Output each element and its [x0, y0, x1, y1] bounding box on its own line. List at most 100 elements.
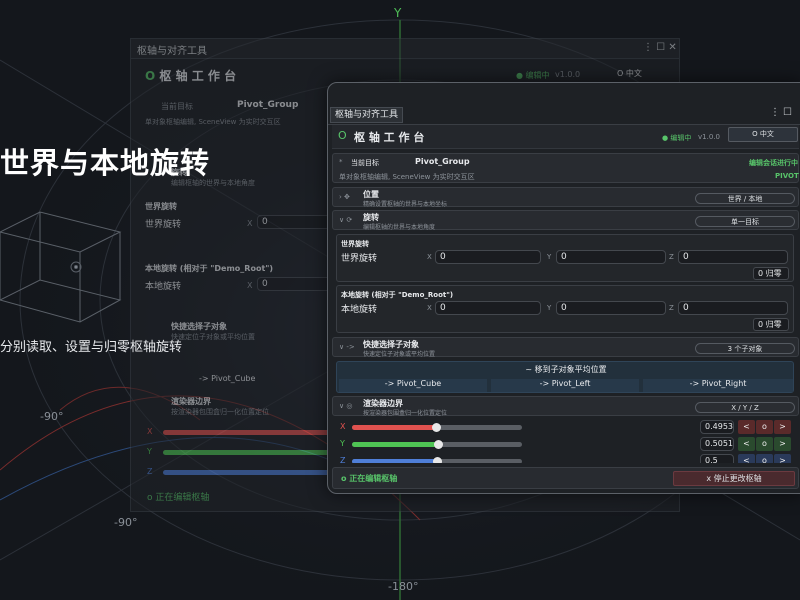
slider-handle[interactable] — [432, 423, 442, 432]
window-title: 枢 轴 工 作 台 — [354, 131, 425, 144]
slider-fill — [352, 425, 437, 430]
maximize-icon[interactable]: ☐ — [783, 107, 792, 118]
child-count-button[interactable]: 3 个子对象 — [695, 343, 795, 354]
rotation-section[interactable]: ∨ ⟳ 旋转 编辑枢轴的世界与本地角度 单一目标 — [332, 210, 799, 231]
slider-track[interactable] — [352, 423, 522, 432]
window-tab[interactable]: 枢轴与对齐工具 — [330, 107, 404, 123]
slider-step-button[interactable]: < — [738, 454, 755, 463]
angle-label-neg180: -180° — [388, 580, 419, 593]
back-target-value: Pivot_Group — [237, 100, 299, 110]
back-quick-title: 快捷选择子对象 — [171, 322, 227, 331]
world-rotation-label: 世界旋转 — [341, 254, 378, 264]
back-quick-btn: -> Pivot_Cube — [199, 374, 256, 383]
target-panel: * 当前目标 Pivot_Group 编辑会话进行中 单对象枢轴编辑, Scen… — [332, 153, 799, 183]
back-editing: o 正在编辑枢轴 — [147, 493, 210, 503]
back-target-label: 当前目标 — [161, 102, 193, 111]
single-target-button[interactable]: 单一目标 — [695, 216, 795, 227]
child-button-right[interactable]: -> Pivot_Right — [643, 379, 793, 392]
world-rot-y-field[interactable]: 0 — [556, 250, 666, 264]
local-rot-x-field[interactable]: 0 — [435, 301, 541, 315]
angle-label-neg90: -90° — [40, 410, 64, 423]
quick-select-section[interactable]: ∨ -> 快捷选择子对象 快速定位子对象或平均位置 3 个子对象 — [332, 337, 799, 358]
bounds-section[interactable]: ∨ ◎ 渲染器边界 按渲染器包围盒归一化位置定位 X / Y / Z — [332, 396, 799, 417]
slider-axis-label: Y — [340, 439, 345, 448]
slider-track[interactable] — [352, 440, 522, 449]
position-section[interactable]: › ✥ 位置 精确设置枢轴的世界与本地坐标 世界 / 本地 — [332, 187, 799, 208]
local-rot-y-field[interactable]: 0 — [556, 301, 666, 315]
version-label: v1.0.0 — [698, 133, 720, 141]
slider-row-z: Z 0.5 < o > — [336, 453, 794, 463]
world-local-toggle[interactable]: 世界 / 本地 — [695, 193, 795, 204]
child-button-left[interactable]: -> Pivot_Left — [491, 379, 639, 392]
slider-track[interactable] — [352, 457, 522, 463]
slider-step-button[interactable]: > — [774, 437, 791, 451]
position-expand-icon: › ✥ — [339, 193, 350, 201]
language-button[interactable]: O 中文 — [728, 127, 798, 142]
slider-row-y: Y 0.5051 < o > — [336, 436, 794, 452]
back-world-title: 世界旋转 — [145, 202, 177, 211]
slider-step-button[interactable]: > — [774, 420, 791, 434]
y-axis-label: Y — [394, 6, 402, 20]
slider-step-button[interactable]: < — [738, 437, 755, 451]
world-rotation-panel: 世界旋转 世界旋转 X 0 Y 0 Z 0 0 归零 — [336, 234, 794, 282]
position-desc: 精确设置枢轴的世界与本地坐标 — [363, 201, 448, 208]
back-window-title: O 枢 轴 工 作 台 — [145, 69, 237, 83]
slider-row-x: X 0.4953 < o > — [336, 419, 794, 435]
slider-axis-label: Z — [340, 456, 346, 463]
hero-subtitle: 分别读取、设置与归零枢轴旋转 — [0, 340, 183, 355]
back-bounds-title: 渲染器边界 — [171, 397, 211, 406]
back-version: v1.0.0 — [555, 70, 581, 79]
back-lang: O 中文 — [617, 69, 642, 78]
slider-handle[interactable] — [433, 440, 443, 449]
target-value: Pivot_Group — [415, 157, 470, 166]
back-local-title: 本地旋转 (相对于 "Demo_Root") — [145, 264, 274, 273]
local-rotation-title: 本地旋转 (相对于 "Demo_Root") — [341, 291, 454, 299]
more-menu-icon[interactable]: ⋮ — [770, 107, 780, 118]
local-rotation-panel: 本地旋转 (相对于 "Demo_Root") 本地旋转 X 0 Y 0 Z 0 … — [336, 285, 794, 333]
local-rotation-label: 本地旋转 — [341, 305, 378, 315]
quick-expand-icon: ∨ -> — [339, 343, 355, 351]
slider-step-button[interactable]: o — [756, 437, 773, 451]
world-reset-button[interactable]: 0 归零 — [753, 267, 789, 280]
children-panel: ~ 移到子对象平均位置 -> Pivot_Cube -> Pivot_Left … — [336, 361, 794, 393]
slider-value-field[interactable]: 0.5 — [700, 454, 734, 463]
local-reset-button[interactable]: 0 归零 — [753, 318, 789, 331]
app-icon: O — [338, 129, 347, 142]
slider-value-field[interactable]: 0.5051 — [700, 437, 734, 451]
bounds-sliders: X 0.4953 < o > Y 0.5051 < o > Z 0.5 < o > — [336, 419, 794, 463]
move-to-average-button[interactable]: ~ 移到子对象平均位置 — [337, 364, 795, 375]
back-quick-desc: 快速定位子对象或平均位置 — [171, 333, 255, 341]
world-rot-z-field[interactable]: 0 — [678, 250, 788, 264]
back-local-label: 本地旋转 — [145, 282, 182, 292]
world-rot-x-field[interactable]: 0 — [435, 250, 541, 264]
axis-mode-button[interactable]: X / Y / Z — [695, 402, 795, 413]
rotation-desc: 编辑枢轴的世界与本地角度 — [363, 224, 436, 231]
editing-indicator: o 正在编辑枢轴 — [341, 474, 398, 483]
stop-editing-button[interactable]: x 停止更改枢轴 — [673, 471, 795, 486]
hero-title: 世界与本地旋转 — [0, 146, 211, 180]
slider-handle[interactable] — [433, 457, 442, 463]
pivot-tool-window: 枢轴与对齐工具 ⋮ ☐ O 枢 轴 工 作 台 ● 编辑中 v1.0.0 O 中… — [327, 82, 800, 494]
session-status: 编辑会话进行中 — [749, 159, 798, 167]
slider-step-button[interactable]: o — [756, 454, 773, 463]
window-header: O 枢 轴 工 作 台 ● 编辑中 v1.0.0 O 中文 — [332, 125, 799, 149]
child-button-cube[interactable]: -> Pivot_Cube — [339, 379, 487, 392]
back-world-label: 世界旋转 — [145, 220, 182, 230]
rotation-expand-icon: ∨ ⟳ — [339, 216, 353, 224]
slider-fill — [352, 442, 438, 447]
status-badge: ● 编辑中 — [662, 134, 692, 142]
world-rotation-title: 世界旋转 — [341, 240, 369, 248]
target-hint: 单对象枢轴编辑, SceneView 为实时交互区 — [339, 173, 475, 181]
local-rot-z-field[interactable]: 0 — [678, 301, 788, 315]
slider-fill — [352, 459, 437, 463]
slider-axis-label: X — [340, 422, 346, 431]
slider-step-button[interactable]: > — [774, 454, 791, 463]
bounds-desc: 按渲染器包围盒归一化位置定位 — [363, 410, 448, 417]
back-window-tab: 枢轴与对齐工具 — [137, 46, 207, 57]
slider-step-button[interactable]: o — [756, 420, 773, 434]
slider-step-button[interactable]: < — [738, 420, 755, 434]
pivot-badge: PIVOT — [775, 172, 799, 180]
bounds-expand-icon: ∨ ◎ — [339, 402, 353, 410]
back-hint: 单对象枢轴编辑, SceneView 为实时交互区 — [145, 118, 281, 126]
slider-value-field[interactable]: 0.4953 — [700, 420, 734, 434]
